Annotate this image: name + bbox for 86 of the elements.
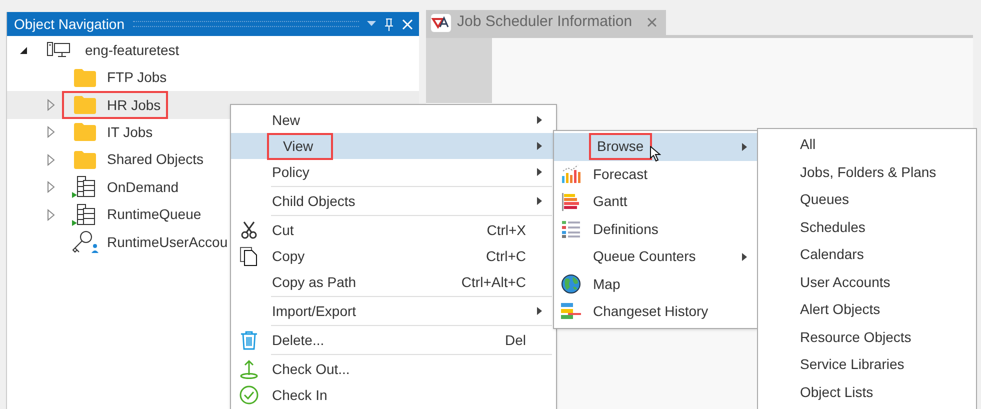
menu-item-label: Check In: [271, 386, 328, 404]
menu-item[interactable]: Jobs, Folders & Plans: [758, 158, 976, 186]
folder-icon: [74, 68, 96, 87]
menu-item-label: Browse: [591, 135, 650, 158]
expand-arrow-icon[interactable]: [47, 154, 55, 166]
expand-arrow-icon[interactable]: [47, 126, 55, 138]
app-logo-icon: [431, 14, 451, 32]
dropdown-icon[interactable]: [367, 21, 376, 27]
tree-item-label: RuntimeUserAccou: [107, 232, 228, 252]
menu-item-label: Delete...: [271, 330, 326, 350]
menu-item[interactable]: Object Lists: [758, 378, 976, 406]
menu-item-label: Child Objects: [271, 192, 356, 211]
tree-item-label: FTP Jobs: [107, 68, 167, 88]
collapse-arrow-icon[interactable]: [19, 46, 28, 54]
tree-item[interactable]: eng-featuretest: [85, 40, 180, 60]
mouse-cursor-icon: [650, 146, 661, 162]
globe-icon: [561, 274, 581, 294]
menu-item-label: Queue Counters: [592, 247, 697, 266]
menu-item[interactable]: Browse: [554, 133, 757, 160]
menu-item[interactable]: Resource Objects: [758, 324, 976, 351]
menu-item-label: Forecast: [592, 164, 648, 184]
menu-item[interactable]: Delete... Del: [231, 327, 556, 353]
menu-item[interactable]: Map: [554, 270, 757, 298]
menu-item[interactable]: Check In: [231, 382, 556, 408]
menu-item[interactable]: Copy Ctrl+C: [231, 243, 556, 269]
menu-item[interactable]: Child Objects: [231, 188, 556, 214]
menu-item[interactable]: Copy as Path Ctrl+Alt+C: [231, 269, 556, 295]
bar-chart-icon: [561, 164, 581, 184]
menu-item-label: Cut: [271, 220, 295, 240]
expand-arrow-icon[interactable]: [47, 181, 55, 194]
menu-item-label: Import/Export: [271, 302, 358, 321]
menu-item[interactable]: Gantt: [554, 188, 757, 216]
menu-item[interactable]: Forecast: [554, 160, 757, 188]
menu-item-label: Check Out...: [271, 360, 351, 378]
menu-item-label: Definitions: [592, 220, 660, 239]
menu-item[interactable]: Import/Export: [231, 298, 556, 324]
menu-item[interactable]: Definitions: [554, 216, 757, 243]
tab-label: Job Scheduler Information: [457, 12, 632, 32]
menu-item[interactable]: Alert Objects: [758, 296, 976, 324]
shortcut-text: Ctrl+Alt+C: [461, 272, 526, 292]
menu-item[interactable]: View: [231, 133, 556, 159]
shortcut-text: Ctrl+X: [486, 220, 526, 240]
expand-arrow-icon[interactable]: [47, 208, 55, 221]
menu-item-label: Policy: [271, 162, 310, 182]
trash-icon: [240, 330, 258, 350]
menu-item[interactable]: Cut Ctrl+X: [231, 217, 556, 243]
panel-title: Object Navigation: [14, 14, 125, 34]
check-in-icon: [238, 385, 258, 405]
copy-icon: [238, 246, 258, 266]
menu-item[interactable]: All: [758, 131, 976, 158]
list-icon: [561, 219, 581, 240]
menu-item-label: View: [269, 134, 332, 158]
menu-item-label: Copy as Path: [271, 272, 358, 292]
tree-item-label: IT Jobs: [107, 122, 153, 142]
menu-item[interactable]: Service Libraries: [758, 351, 976, 378]
shortcut-text: Del: [504, 330, 526, 350]
close-icon[interactable]: [402, 18, 413, 30]
folder-icon: [74, 150, 96, 169]
scissors-icon: [240, 221, 256, 239]
menu-item[interactable]: User Accounts: [758, 268, 976, 296]
menu-item-label: Copy: [271, 246, 306, 266]
menu-item-label: Changeset History: [592, 302, 710, 322]
history-icon: [560, 302, 582, 322]
key-user-icon: [70, 230, 100, 254]
tree-item-label: HR Jobs: [107, 96, 161, 115]
shortcut-text: Ctrl+C: [486, 246, 526, 266]
pin-icon[interactable]: [384, 18, 394, 30]
menu-item[interactable]: Policy: [231, 159, 556, 185]
menu-item[interactable]: Check Out...: [231, 356, 556, 382]
check-out-icon: [238, 359, 258, 379]
computer-icon: [47, 42, 71, 58]
menu-item[interactable]: Queues: [758, 186, 976, 214]
tree-item-label: Shared Objects: [107, 150, 204, 170]
folder-icon: [74, 123, 96, 142]
tree-item-label: OnDemand: [107, 178, 179, 197]
gantt-icon: [561, 192, 581, 212]
menu-item[interactable]: Schedules: [758, 214, 976, 241]
menu-item-label: Gantt: [592, 192, 628, 212]
expand-arrow-icon[interactable]: [47, 99, 55, 112]
folder-icon: [74, 96, 96, 114]
menu-item[interactable]: Changeset History: [554, 298, 757, 326]
tree-item-label: RuntimeQueue: [107, 205, 202, 224]
menu-item[interactable]: Queue Counters: [554, 243, 757, 270]
menu-item-label: Map: [592, 274, 622, 294]
tree-row[interactable]: FTP Jobs: [7, 64, 419, 92]
menu-item[interactable]: Calendars: [758, 241, 976, 268]
